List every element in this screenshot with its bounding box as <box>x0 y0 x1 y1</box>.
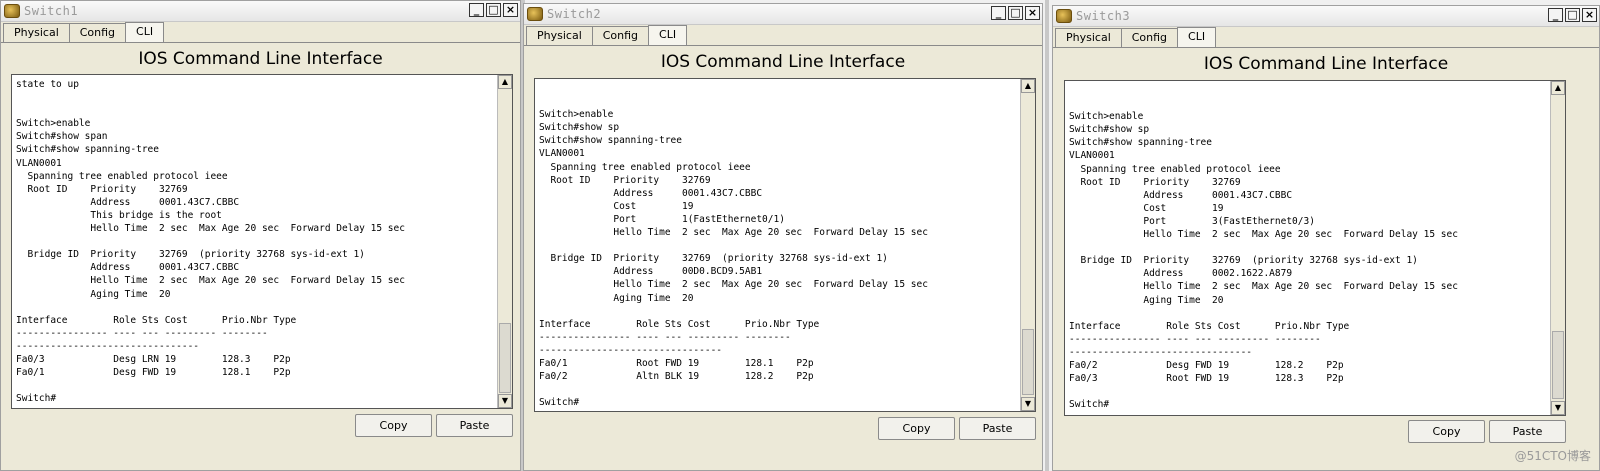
scroll-up-icon[interactable]: ▲ <box>1021 79 1035 93</box>
tab-cli[interactable]: CLI <box>125 22 165 42</box>
paste-button[interactable]: Paste <box>1489 420 1566 443</box>
cli-header: IOS Command Line Interface <box>138 49 383 69</box>
window-title: Switch3 <box>1076 9 1131 23</box>
cli-header: IOS Command Line Interface <box>1203 54 1449 74</box>
cli-header: IOS Command Line Interface <box>660 52 906 72</box>
tab-config[interactable]: Config <box>68 23 127 42</box>
scroll-up-icon[interactable]: ▲ <box>1551 81 1565 95</box>
vertical-scrollbar[interactable]: ▲ ▼ <box>497 75 512 408</box>
vertical-scrollbar[interactable]: ▲ ▼ <box>1020 79 1035 411</box>
cli-terminal[interactable]: Switch>enable Switch#show sp Switch#show… <box>1064 80 1566 416</box>
close-icon[interactable]: × <box>503 3 518 17</box>
tab-physical[interactable]: Physical <box>3 23 70 42</box>
tab-physical[interactable]: Physical <box>526 26 593 45</box>
tab-config[interactable]: Config <box>1120 28 1179 47</box>
switch-app-icon <box>527 7 543 21</box>
maximize-icon[interactable]: □ <box>1008 6 1023 20</box>
tab-bar: Physical Config CLI <box>1053 27 1599 48</box>
tab-physical[interactable]: Physical <box>1055 28 1122 47</box>
switch1-window: Switch1 _ □ × Physical Config CLI IOS Co… <box>0 0 521 471</box>
minimize-icon[interactable]: _ <box>1548 8 1563 22</box>
cli-terminal[interactable]: state to up Switch>enable Switch#show sp… <box>11 74 513 409</box>
terminal-output: Switch>enable Switch#show sp Switch#show… <box>1069 111 1458 411</box>
title-bar[interactable]: Switch3 _ □ × <box>1053 6 1599 27</box>
scroll-thumb[interactable] <box>499 323 511 393</box>
tab-config[interactable]: Config <box>591 26 650 45</box>
copy-button[interactable]: Copy <box>355 414 432 437</box>
vertical-scrollbar[interactable]: ▲ ▼ <box>1550 81 1565 415</box>
maximize-icon[interactable]: □ <box>1565 8 1580 22</box>
terminal-output: state to up Switch>enable Switch#show sp… <box>16 79 405 405</box>
minimize-icon[interactable]: _ <box>469 3 484 17</box>
title-bar[interactable]: Switch2 _ □ × <box>524 4 1042 25</box>
switch3-window: Switch3 _ □ × Physical Config CLI IOS Co… <box>1052 5 1600 471</box>
paste-button[interactable]: Paste <box>959 417 1036 440</box>
title-bar[interactable]: Switch1 _ □ × <box>1 1 520 22</box>
copy-button[interactable]: Copy <box>1408 420 1485 443</box>
switch2-window: Switch2 _ □ × Physical Config CLI IOS Co… <box>523 3 1043 471</box>
tab-cli[interactable]: CLI <box>1177 27 1217 47</box>
scroll-thumb[interactable] <box>1552 331 1564 399</box>
scroll-up-icon[interactable]: ▲ <box>498 75 512 89</box>
switch-app-icon <box>4 4 20 18</box>
scroll-thumb[interactable] <box>1022 329 1034 395</box>
close-icon[interactable]: × <box>1582 8 1597 22</box>
tab-bar: Physical Config CLI <box>1 22 520 43</box>
close-icon[interactable]: × <box>1025 6 1040 20</box>
watermark: @51CTO博客 <box>1514 449 1591 463</box>
tab-bar: Physical Config CLI <box>524 25 1042 46</box>
paste-button[interactable]: Paste <box>436 414 513 437</box>
tab-cli[interactable]: CLI <box>648 25 688 45</box>
copy-button[interactable]: Copy <box>878 417 955 440</box>
window-title: Switch1 <box>24 4 79 18</box>
terminal-output: Switch>enable Switch#show sp Switch#show… <box>539 109 928 409</box>
scroll-down-icon[interactable]: ▼ <box>1551 401 1565 415</box>
minimize-icon[interactable]: _ <box>991 6 1006 20</box>
scroll-down-icon[interactable]: ▼ <box>498 394 512 408</box>
switch-app-icon <box>1056 9 1072 23</box>
window-divider <box>1045 0 1049 471</box>
maximize-icon[interactable]: □ <box>486 3 501 17</box>
cli-terminal[interactable]: Switch>enable Switch#show sp Switch#show… <box>534 78 1036 412</box>
window-title: Switch2 <box>547 7 602 21</box>
scroll-down-icon[interactable]: ▼ <box>1021 397 1035 411</box>
